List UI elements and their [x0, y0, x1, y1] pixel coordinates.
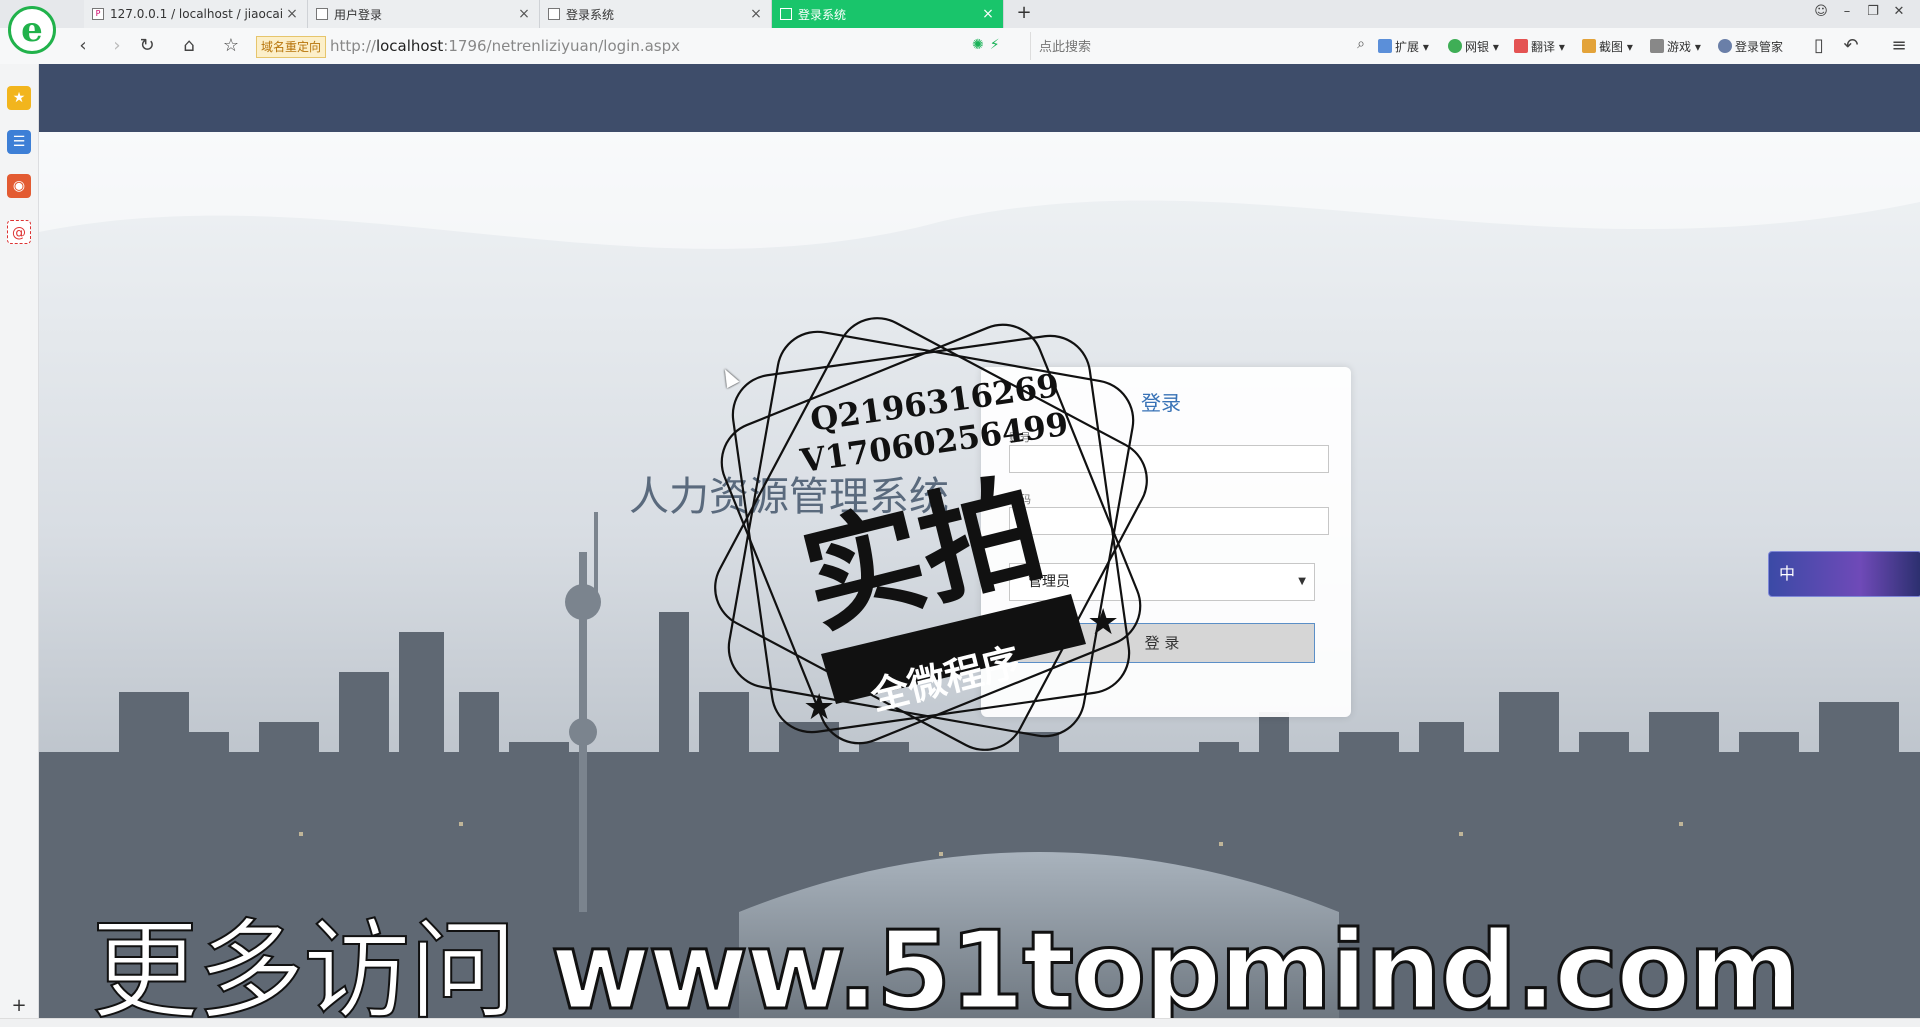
weibo-icon[interactable]: ◉ — [7, 174, 31, 198]
star-icon: ★ — [1087, 602, 1119, 643]
watermark-text: 更多访问 www.51topmind.com — [90, 909, 1803, 1027]
games-button[interactable]: 游戏 ▾ — [1650, 38, 1701, 55]
menu-icon[interactable]: ≡ — [1888, 35, 1910, 57]
tab-label: 登录系统 — [798, 7, 847, 22]
extend-label: 扩展 — [1395, 40, 1420, 54]
close-window-icon[interactable]: ✕ — [1888, 4, 1910, 19]
netbank-label: 网银 — [1465, 40, 1490, 54]
tab-phpmyadmin[interactable]: P 127.0.0.1 / localhost / jiaocai × — [84, 0, 308, 28]
netbank-button[interactable]: 网银 ▾ — [1448, 38, 1499, 55]
close-icon[interactable]: × — [749, 6, 763, 22]
redirect-badge[interactable]: 域名重定向 — [256, 36, 327, 58]
close-icon[interactable]: × — [285, 6, 299, 22]
close-icon[interactable]: × — [981, 6, 995, 22]
grid-icon — [1378, 39, 1392, 53]
search-input[interactable] — [1037, 36, 1341, 58]
add-sidebar-icon[interactable]: + — [7, 994, 31, 1018]
tab-label: 登录系统 — [566, 7, 615, 22]
tab-login-system-active[interactable]: 登录系统 × — [772, 0, 1004, 28]
navigation-bar: ‹ › ↻ ⌂ ☆ 域名重定向 http://localhost:1796/ne… — [0, 28, 1920, 65]
back-icon[interactable]: ‹ — [72, 35, 94, 57]
url-host: localhost — [375, 37, 444, 55]
undo-icon[interactable]: ↶ — [1840, 35, 1862, 57]
page-icon — [316, 8, 328, 20]
floating-widget[interactable]: 中 — [1768, 551, 1920, 597]
home-icon[interactable]: ⌂ — [178, 35, 200, 57]
favorite-star-icon[interactable]: ☆ — [220, 35, 242, 57]
login-manager-label: 登录管家 — [1735, 40, 1784, 54]
translate-label: 翻译 — [1531, 40, 1556, 54]
url-path: :1796/netrenliziyuan/login.aspx — [443, 37, 680, 55]
address-bar[interactable]: http://localhost:1796/netrenliziyuan/log… — [330, 37, 680, 55]
speed-mode-icon[interactable]: ✺⚡ — [972, 37, 1006, 53]
shield-icon — [1448, 39, 1462, 53]
reading-list-icon[interactable]: ☰ — [7, 130, 31, 154]
extend-button[interactable]: 扩展 ▾ — [1378, 38, 1429, 55]
search-icon[interactable]: ⌕ — [1357, 36, 1365, 52]
scissors-icon — [1582, 39, 1596, 53]
tab-bar: e P 127.0.0.1 / localhost / jiaocai × 用户… — [0, 0, 1920, 54]
close-icon[interactable]: × — [517, 6, 531, 22]
url-prefix: http:// — [330, 37, 376, 55]
forward-icon[interactable]: › — [106, 35, 128, 57]
stamp-overlay: Q2196316269 V17060256499 实拍 全微程序 ★ ★ — [714, 317, 1148, 751]
skin-icon[interactable]: ☺ — [1810, 4, 1832, 19]
new-tab-button[interactable]: + — [1012, 0, 1036, 28]
magnifier-icon — [1718, 39, 1732, 53]
screenshot-label: 截图 — [1599, 40, 1624, 54]
login-page: 人力资源管理系统 登录 账号 密码 管理员 ▼ 登 录 Q2196316269 … — [39, 64, 1920, 1026]
restore-icon[interactable]: ❐ — [1862, 4, 1884, 19]
tab-login-system[interactable]: 登录系统 × — [540, 0, 772, 28]
tab-label: 127.0.0.1 / localhost / jiaocai — [110, 7, 284, 21]
email-icon[interactable]: @ — [7, 220, 31, 244]
gamepad-icon — [1650, 39, 1664, 53]
page-icon — [548, 8, 560, 20]
browser-sidebar: ★ ☰ ◉ @ + — [0, 64, 39, 1026]
phpmyadmin-icon: P — [92, 8, 104, 20]
tab-user-login[interactable]: 用户登录 × — [308, 0, 540, 28]
bookmark-icon[interactable]: ▯ — [1808, 35, 1830, 57]
page-header — [39, 64, 1920, 132]
widget-label: 中 — [1779, 564, 1796, 583]
watermark-site: www.51topmind.com — [549, 909, 1802, 1026]
login-manager-button[interactable]: 登录管家 — [1718, 38, 1783, 55]
star-icon: ★ — [803, 687, 835, 728]
screenshot-button[interactable]: 截图 ▾ — [1582, 38, 1633, 55]
favorites-star-icon[interactable]: ★ — [7, 86, 31, 110]
search-box: ⌕ — [1030, 32, 1371, 60]
browser-logo-icon[interactable]: e — [8, 6, 56, 54]
tab-label: 用户登录 — [334, 7, 383, 22]
minimize-icon[interactable]: – — [1836, 4, 1858, 19]
refresh-icon[interactable]: ↻ — [136, 35, 158, 57]
translate-icon — [1514, 39, 1528, 53]
translate-button[interactable]: 翻译 ▾ — [1514, 38, 1565, 55]
watermark-prefix: 更多访问 — [90, 909, 518, 1027]
page-icon — [780, 8, 792, 20]
games-label: 游戏 — [1667, 40, 1692, 54]
dropdown-arrow-icon: ▼ — [1298, 576, 1306, 587]
